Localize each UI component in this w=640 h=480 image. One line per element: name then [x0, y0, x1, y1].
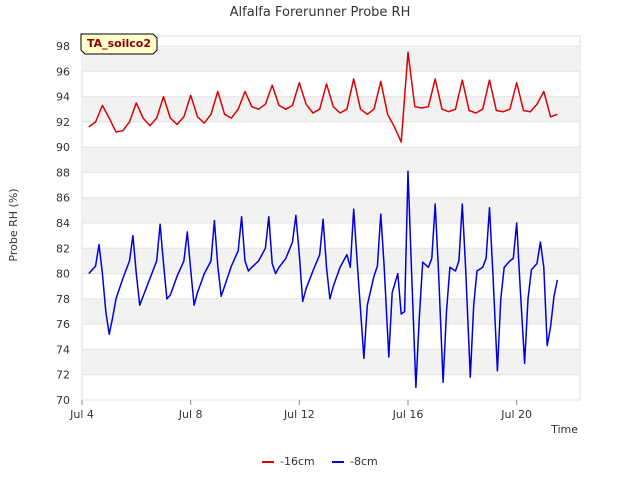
legend-label: -8cm	[350, 455, 378, 468]
x-tick-label: Jul 12	[283, 408, 315, 421]
chart-title: Alfalfa Forerunner Probe RH	[230, 5, 411, 20]
x-axis-ticks: Jul 4 Jul 8 Jul 12 Jul 16 Jul 20	[69, 400, 532, 421]
x-tick-label: Jul 20	[500, 408, 532, 421]
grid-bands	[81, 35, 581, 401]
y-tick-label: 74	[56, 343, 70, 356]
grid-band	[82, 197, 580, 223]
site-badge-label: TA_soilco2	[87, 37, 151, 50]
y-tick-label: 90	[56, 141, 70, 154]
y-tick-label: 86	[56, 192, 70, 205]
grid-band	[82, 147, 580, 173]
x-tick-label: Jul 16	[392, 408, 424, 421]
y-tick-label: 96	[56, 65, 70, 78]
chart: Alfalfa Forerunner Probe RH 70 72 74 76 78 80…	[7, 5, 581, 468]
legend: -16cm -8cm	[262, 455, 378, 468]
y-tick-label: 98	[56, 40, 70, 53]
grid-band	[82, 298, 580, 325]
legend-label: -16cm	[280, 455, 315, 468]
y-tick-label: 78	[56, 293, 70, 306]
y-tick-label: 84	[56, 217, 70, 230]
y-tick-label: 70	[56, 394, 70, 407]
y-tick-label: 88	[56, 166, 70, 179]
y-tick-label: 82	[56, 242, 70, 255]
x-axis-label: Time	[550, 423, 578, 436]
grid-band	[82, 349, 580, 375]
y-tick-label: 80	[56, 268, 70, 281]
y-axis-label: Probe RH (%)	[7, 188, 20, 261]
y-tick-label: 92	[56, 116, 70, 129]
y-tick-label: 72	[56, 369, 70, 382]
x-tick-label: Jul 8	[178, 408, 203, 421]
y-tick-label: 76	[56, 318, 70, 331]
site-badge: TA_soilco2	[80, 33, 158, 55]
x-tick-label: Jul 4	[69, 408, 94, 421]
y-tick-label: 94	[56, 91, 70, 104]
